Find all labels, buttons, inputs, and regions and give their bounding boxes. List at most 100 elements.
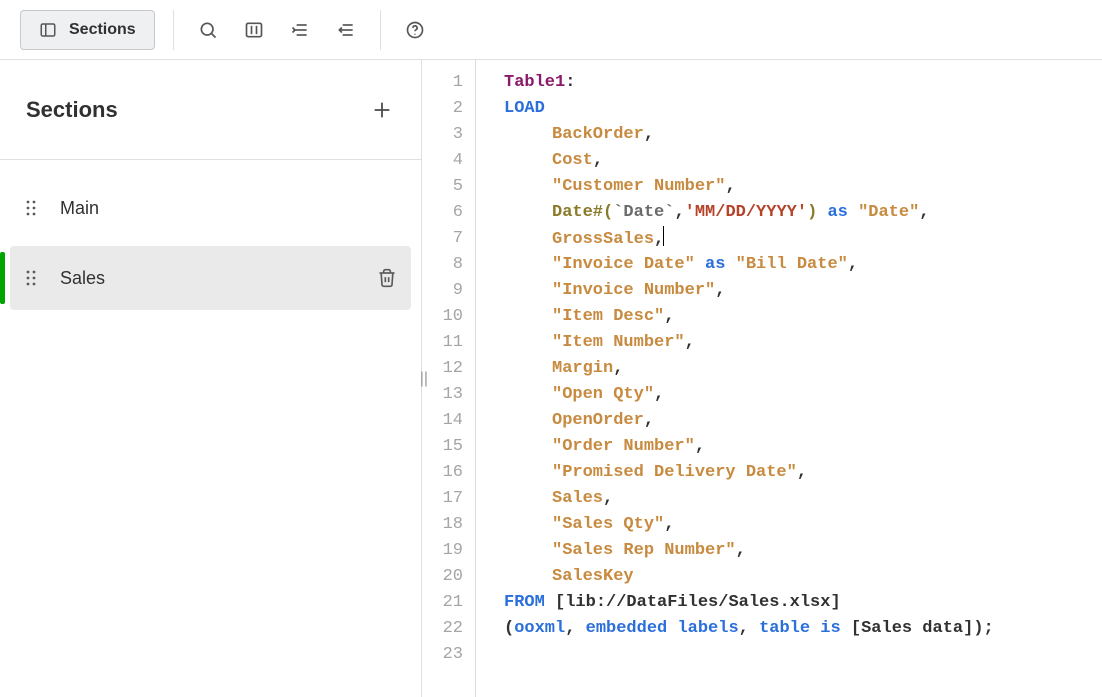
code-line[interactable]: "Item Desc", <box>504 304 1102 330</box>
gutter-line-number: 11 <box>422 330 463 356</box>
code-line[interactable]: Table1: <box>504 70 1102 96</box>
code-line[interactable]: SalesKey <box>504 564 1102 590</box>
code-line[interactable]: "Sales Rep Number", <box>504 538 1102 564</box>
code-line[interactable]: Cost, <box>504 148 1102 174</box>
code-line[interactable]: (ooxml, embedded labels, table is [Sales… <box>504 616 1102 642</box>
comment-button[interactable] <box>234 10 274 50</box>
code-token: "Item Desc" <box>552 307 664 326</box>
code-token: , <box>725 177 735 196</box>
code-token: , <box>593 151 603 170</box>
plus-icon <box>371 99 393 121</box>
code-token: Table1 <box>504 73 565 92</box>
code-token: "Sales Rep Number" <box>552 541 736 560</box>
code-token: ( <box>603 203 613 222</box>
sections-panel-title: Sections <box>26 97 118 123</box>
code-token <box>545 593 555 612</box>
gutter-line-number: 17 <box>422 486 463 512</box>
code-line[interactable]: Sales, <box>504 486 1102 512</box>
sidebar-icon <box>39 21 57 39</box>
drag-handle[interactable] <box>24 268 38 288</box>
editor-caret <box>663 226 664 246</box>
code-token: , <box>565 619 585 638</box>
code-token: Margin <box>552 359 613 378</box>
code-token: "Customer Number" <box>552 177 725 196</box>
code-token <box>725 255 735 274</box>
toolbar-separator <box>173 10 174 50</box>
code-line[interactable]: LOAD <box>504 96 1102 122</box>
gutter-line-number: 6 <box>422 200 463 226</box>
section-row-label: Main <box>60 198 99 219</box>
section-row[interactable]: Main <box>10 176 411 240</box>
toolbar-separator <box>380 10 381 50</box>
indent-button[interactable] <box>280 10 320 50</box>
script-editor[interactable]: 1234567891011121314151617181920212223 Ta… <box>422 60 1102 697</box>
code-token: "Invoice Number" <box>552 281 715 300</box>
code-token: , <box>848 255 858 274</box>
gutter-line-number: 10 <box>422 304 463 330</box>
panel-splitter-handle[interactable]: || <box>420 370 428 388</box>
code-line[interactable] <box>504 642 1102 668</box>
code-line[interactable]: "Invoice Date" as "Bill Date", <box>504 252 1102 278</box>
gutter-line-number: 3 <box>422 122 463 148</box>
drag-handle[interactable] <box>24 198 38 218</box>
code-token: "Promised Delivery Date" <box>552 463 797 482</box>
gutter-line-number: 7 <box>422 226 463 252</box>
code-token: 'MM/DD/YYYY' <box>685 203 807 222</box>
gutter-line-number: 12 <box>422 356 463 382</box>
code-line[interactable]: Date#(`Date`,'MM/DD/YYYY') as "Date", <box>504 200 1102 226</box>
code-token: as <box>827 203 847 222</box>
delete-section-button[interactable] <box>377 268 397 288</box>
gutter-line-number: 2 <box>422 96 463 122</box>
search-button[interactable] <box>188 10 228 50</box>
code-line[interactable]: "Promised Delivery Date", <box>504 460 1102 486</box>
outdent-button[interactable] <box>326 10 366 50</box>
code-token: FROM <box>504 593 545 612</box>
code-token: , <box>664 515 674 534</box>
gutter-line-number: 16 <box>422 460 463 486</box>
gutter-line-number: 21 <box>422 590 463 616</box>
code-line[interactable]: FROM [lib://DataFiles/Sales.xlsx] <box>504 590 1102 616</box>
section-row-label: Sales <box>60 268 105 289</box>
code-line[interactable]: "Invoice Number", <box>504 278 1102 304</box>
section-row[interactable]: Sales <box>10 246 411 310</box>
code-token: , <box>695 437 705 456</box>
code-token: ( <box>504 619 514 638</box>
code-token: , <box>644 411 654 430</box>
code-line[interactable]: "Item Number", <box>504 330 1102 356</box>
code-line[interactable]: "Open Qty", <box>504 382 1102 408</box>
code-token: Date# <box>552 203 603 222</box>
code-token <box>841 619 851 638</box>
code-token: GrossSales <box>552 230 654 249</box>
code-line[interactable]: "Sales Qty", <box>504 512 1102 538</box>
code-token: "Date" <box>858 203 919 222</box>
code-line[interactable]: OpenOrder, <box>504 408 1102 434</box>
gutter-line-number: 14 <box>422 408 463 434</box>
code-token: , <box>797 463 807 482</box>
help-button[interactable] <box>395 10 435 50</box>
code-token: ) <box>973 619 983 638</box>
search-icon <box>198 20 218 40</box>
code-line[interactable]: BackOrder, <box>504 122 1102 148</box>
sections-toggle-button[interactable]: Sections <box>20 10 155 50</box>
code-line[interactable]: GrossSales, <box>504 226 1102 252</box>
code-token: , <box>685 333 695 352</box>
code-token: SalesKey <box>552 567 634 586</box>
code-token: BackOrder <box>552 125 644 144</box>
code-line[interactable]: "Customer Number", <box>504 174 1102 200</box>
code-token: ooxml <box>514 619 565 638</box>
code-token: : <box>565 73 575 92</box>
code-line[interactable]: Margin, <box>504 356 1102 382</box>
code-token: , <box>644 125 654 144</box>
editor-code-area[interactable]: Table1:LOADBackOrder,Cost,"Customer Numb… <box>476 60 1102 697</box>
grip-icon <box>24 268 38 288</box>
code-token: , <box>603 489 613 508</box>
add-section-button[interactable] <box>365 93 399 127</box>
code-line[interactable]: "Order Number", <box>504 434 1102 460</box>
code-token: "Open Qty" <box>552 385 654 404</box>
code-token: "Bill Date" <box>736 255 848 274</box>
code-token: , <box>654 385 664 404</box>
code-token: , <box>674 203 684 222</box>
gutter-line-number: 1 <box>422 70 463 96</box>
code-token: ) <box>807 203 817 222</box>
gutter-line-number: 5 <box>422 174 463 200</box>
